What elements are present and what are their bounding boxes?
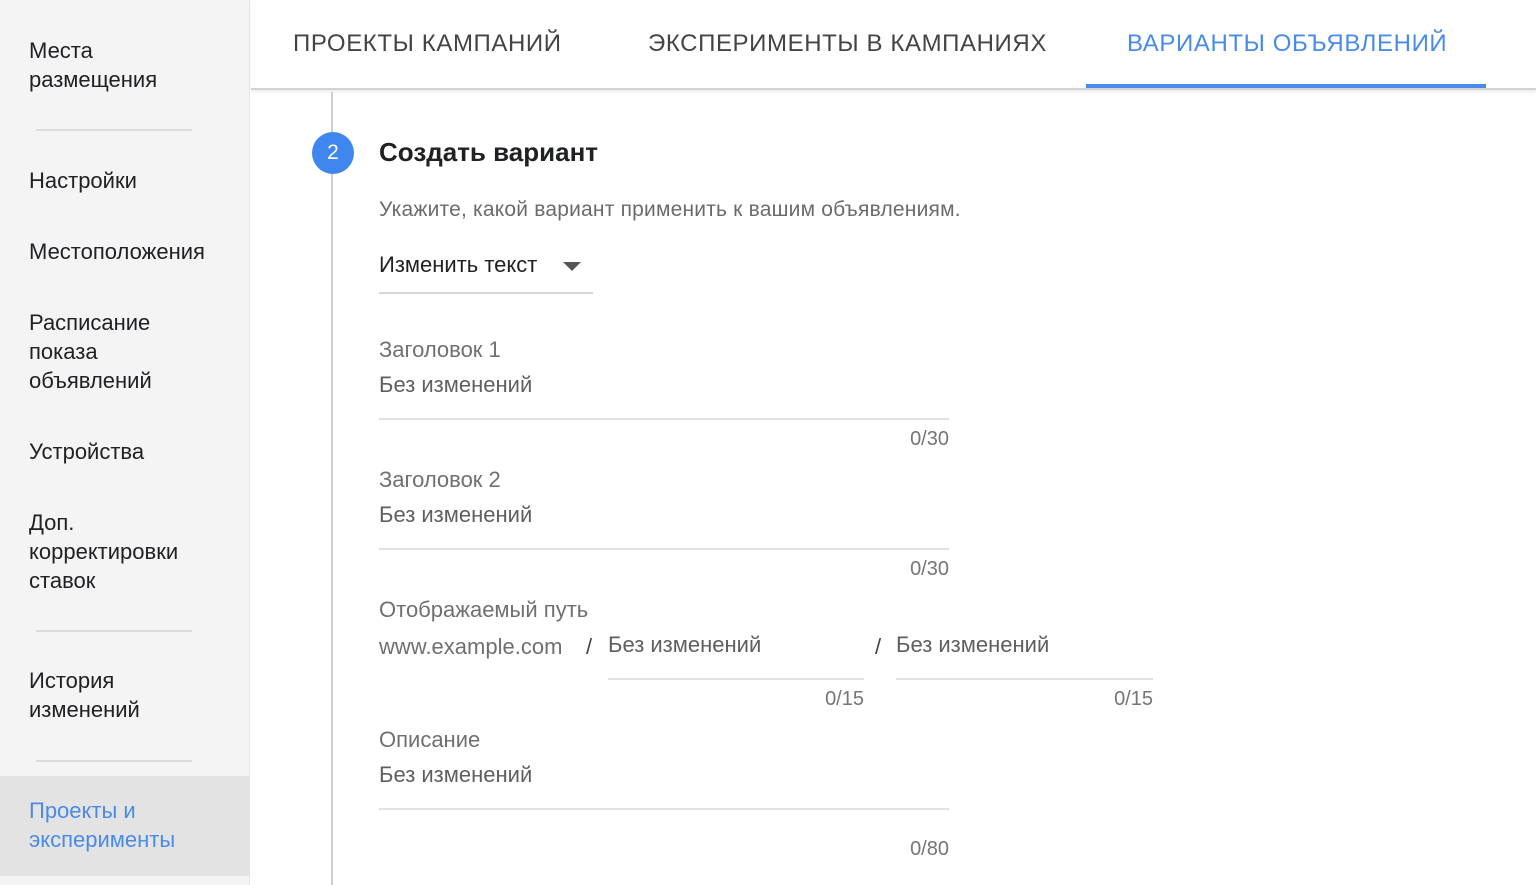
active-tab-indicator: [1086, 84, 1486, 88]
headline1-label: Заголовок 1: [379, 337, 501, 362]
caret-down-icon: [563, 262, 581, 271]
path2-counter: 0/15: [1114, 688, 1153, 710]
step-title: Создать вариант: [379, 137, 599, 167]
description-label: Описание: [379, 727, 481, 752]
sidebar-item-change-history[interactable]: История изменений: [0, 666, 250, 724]
sidebar-item-bid-adjustments[interactable]: Доп. корректировки ставок: [0, 508, 250, 595]
sidebar-divider: [36, 760, 192, 762]
headline2-input[interactable]: Без изменений: [379, 500, 949, 550]
path-separator: /: [875, 634, 882, 659]
path2-input[interactable]: Без изменений: [896, 630, 1153, 680]
description-input[interactable]: Без изменений: [379, 760, 949, 810]
step-number-badge: 2: [312, 132, 354, 174]
headline1-input[interactable]: Без изменений: [379, 370, 949, 420]
step-connector-line: [331, 92, 333, 885]
headline1-counter: 0/30: [910, 428, 949, 450]
sidebar-divider: [36, 129, 192, 131]
tab-campaign-drafts[interactable]: ПРОЕКТЫ КАМПАНИЙ: [293, 30, 562, 58]
sidebar-divider: [36, 630, 192, 632]
sidebar-item-ad-schedule[interactable]: Расписание показа объявлений: [0, 308, 250, 395]
display-url-domain: www.example.com: [379, 634, 563, 659]
sidebar-item-settings[interactable]: Настройки: [0, 166, 250, 195]
main-content: 2 Создать вариант Укажите, какой вариант…: [251, 92, 1536, 885]
headline2-label: Заголовок 2: [379, 467, 501, 492]
description-counter: 0/80: [910, 838, 949, 860]
tab-bar: ПРОЕКТЫ КАМПАНИЙ ЭКСПЕРИМЕНТЫ В КАМПАНИЯ…: [251, 0, 1536, 90]
path1-input[interactable]: Без изменений: [608, 630, 864, 680]
tab-ad-variations[interactable]: ВАРИАНТЫ ОБЪЯВЛЕНИЙ: [1127, 30, 1447, 58]
sidebar: Места размещения Настройки Местоположени…: [0, 0, 250, 885]
path1-counter: 0/15: [825, 688, 864, 710]
tab-campaign-experiments[interactable]: ЭКСПЕРИМЕНТЫ В КАМПАНИЯХ: [648, 30, 1047, 58]
sidebar-item-devices[interactable]: Устройства: [0, 437, 250, 466]
sidebar-item-placements[interactable]: Места размещения: [0, 36, 250, 94]
display-path-label: Отображаемый путь: [379, 597, 589, 622]
headline2-counter: 0/30: [910, 558, 949, 580]
step-description: Укажите, какой вариант применить к вашим…: [379, 198, 961, 221]
variation-type-select[interactable]: Изменить текст: [379, 250, 593, 294]
path-separator: /: [586, 634, 593, 659]
sidebar-item-locations[interactable]: Местоположения: [0, 237, 250, 266]
variation-type-value: Изменить текст: [379, 252, 538, 277]
sidebar-item-drafts-experiments[interactable]: Проекты и эксперименты: [0, 776, 250, 876]
